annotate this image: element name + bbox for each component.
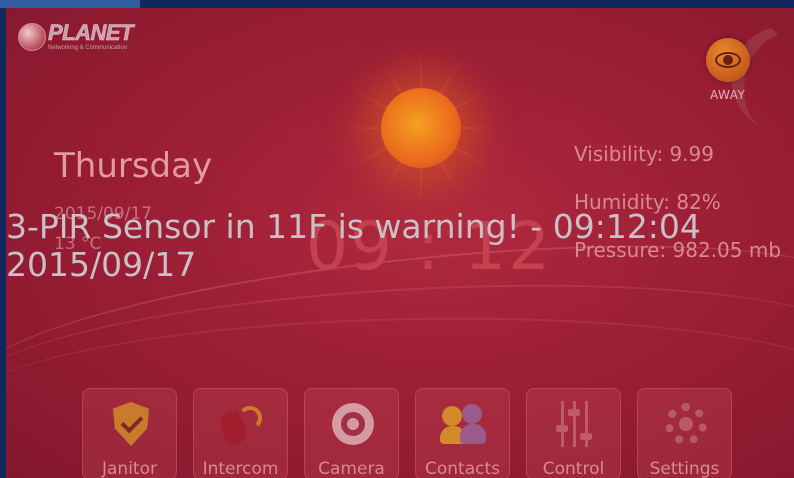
- sliders-icon: [550, 399, 600, 449]
- gear-icon: [661, 399, 711, 449]
- alert-line-2: 2015/09/17: [6, 245, 197, 284]
- tile-label: Control: [542, 459, 605, 478]
- contacts-button[interactable]: Contacts: [415, 388, 510, 478]
- tile-label: Camera: [318, 459, 385, 478]
- camera-button[interactable]: Camera: [304, 388, 399, 478]
- away-mode-label: AWAY: [710, 88, 746, 102]
- phone-icon: [217, 399, 267, 449]
- shield-check-icon: [106, 399, 156, 449]
- control-button[interactable]: Control: [526, 388, 621, 478]
- brand-tagline: Networking & Communication: [48, 45, 128, 51]
- visibility-readout: Visibility: 9.99: [574, 142, 714, 166]
- planet-logo-icon: [18, 22, 46, 51]
- app-dock: Janitor Intercom Camera Contacts Control: [82, 388, 732, 478]
- home-screen: PLANET Networking & Communication AWAY T…: [6, 8, 794, 478]
- away-mode-button[interactable]: AWAY: [706, 11, 794, 147]
- janitor-button[interactable]: Janitor: [82, 388, 177, 478]
- settings-button[interactable]: Settings: [637, 388, 732, 478]
- sun-weather-icon: [341, 48, 501, 208]
- tile-label: Settings: [649, 459, 720, 478]
- weekday: Thursday: [54, 146, 213, 186]
- tile-label: Intercom: [202, 459, 279, 478]
- tile-label: Contacts: [425, 459, 500, 478]
- eye-icon: [706, 38, 750, 82]
- top-bar-accent: [0, 0, 140, 8]
- alert-message: 3-PIR Sensor in 11F is warning! - 09:12:…: [6, 208, 794, 284]
- brand-name: PLANET: [48, 20, 134, 45]
- tile-label: Janitor: [102, 459, 157, 478]
- contacts-icon: [439, 399, 489, 449]
- intercom-button[interactable]: Intercom: [193, 388, 288, 478]
- brand-logo: PLANET Networking & Communication: [18, 20, 134, 51]
- alert-line-1: 3-PIR Sensor in 11F is warning! - 09:12:…: [6, 207, 701, 246]
- camera-icon: [328, 399, 378, 449]
